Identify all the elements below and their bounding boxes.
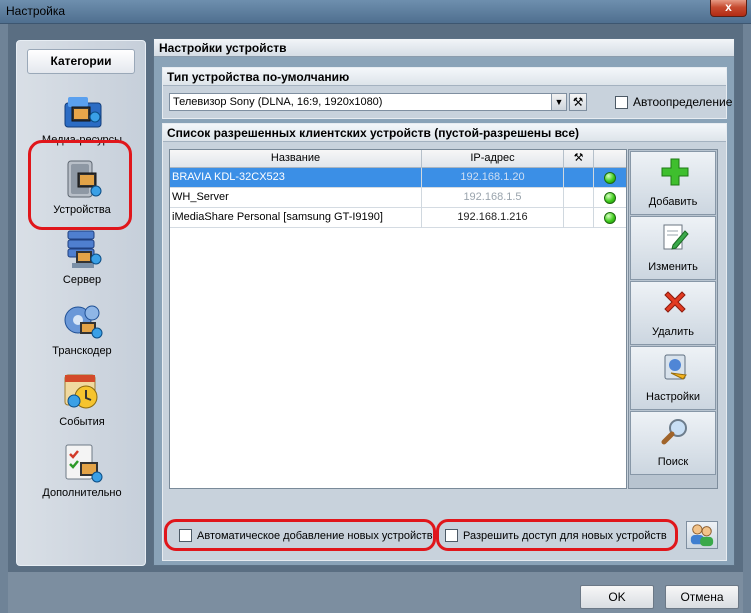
panel-title: Настройки устройств [154, 39, 734, 57]
devices-icon [67, 160, 102, 198]
device-tool-cell [564, 208, 594, 228]
users-button[interactable] [686, 521, 718, 549]
device-settings-label: Настройки [646, 391, 700, 403]
users-icon [690, 524, 714, 547]
status-online-icon [604, 212, 616, 224]
auto-detect-checkbox[interactable] [615, 95, 628, 109]
edit-device-button[interactable]: Изменить [630, 216, 716, 280]
settings-icon [664, 354, 687, 380]
column-status[interactable] [594, 150, 628, 168]
sidebar-item-events[interactable]: События [25, 371, 139, 441]
column-ip[interactable]: IP-адрес [422, 150, 564, 168]
edit-icon [663, 224, 689, 250]
sidebar-label-advanced: Дополнительно [42, 487, 122, 499]
transcoder-icon [64, 305, 103, 339]
tools-icon: ⚒ [573, 152, 584, 164]
search-devices-label: Поиск [657, 456, 689, 468]
column-name[interactable]: Название [170, 150, 422, 168]
chevron-down-icon[interactable]: ▼ [551, 94, 566, 110]
device-ip: 192.168.1.216 [422, 208, 564, 228]
category-header: Категории [27, 49, 135, 74]
table-row[interactable]: WH_Server 192.168.1.5 [170, 188, 626, 208]
sidebar-item-advanced[interactable]: Дополнительно [25, 442, 139, 512]
delete-x-icon [664, 291, 686, 313]
device-name: iMediaShare Personal [samsung GT-I9190] [170, 208, 422, 228]
edit-device-label: Изменить [648, 261, 698, 273]
device-actions-toolbar: Добавить Изменить Удалить Настройки Поис… [628, 149, 718, 489]
auto-add-label: Автоматическое добавление новых устройст… [197, 529, 433, 542]
category-sidebar: Категории Медиа-ресурсы Устройства Серве… [16, 40, 146, 566]
window-frame-right [743, 24, 751, 613]
add-device-button[interactable]: Добавить [630, 151, 716, 215]
add-device-label: Добавить [648, 196, 698, 208]
title-bar: Настройка x [0, 0, 751, 24]
device-tool-cell [564, 188, 594, 208]
device-type-select[interactable]: Телевизор Sony (DLNA, 16:9, 1920x1080) ▼ [169, 93, 567, 111]
device-status-cell [594, 188, 628, 208]
auto-add-checkbox[interactable] [179, 529, 192, 542]
device-name: WH_Server [170, 188, 422, 208]
default-device-type-group: Тип устройства по-умолчанию Телевизор So… [162, 67, 732, 119]
device-tool-cell [564, 168, 594, 188]
sidebar-item-server[interactable]: Сервер [25, 229, 139, 299]
delete-device-label: Удалить [652, 326, 694, 338]
advanced-icon [65, 444, 103, 483]
window-frame-left [0, 24, 8, 613]
column-tools[interactable]: ⚒ [564, 150, 594, 168]
plus-icon [661, 158, 689, 186]
device-ip: 192.168.1.20 [422, 168, 564, 188]
events-icon [64, 374, 98, 409]
status-online-icon [604, 172, 616, 184]
sidebar-label-server: Сервер [62, 274, 102, 286]
table-row[interactable]: BRAVIA KDL-32CX523 192.168.1.20 [170, 168, 626, 188]
sidebar-item-transcoder[interactable]: Транскодер [25, 300, 139, 370]
allow-new-label: Разрешить доступ для новых устройств [463, 529, 667, 542]
server-icon [67, 230, 102, 268]
table-row[interactable]: iMediaShare Personal [samsung GT-I9190] … [170, 208, 626, 228]
device-ip: 192.168.1.5 [422, 188, 564, 208]
tools-icon: ⚒ [572, 95, 584, 109]
sidebar-label-devices: Устройства [53, 204, 111, 216]
auto-add-option[interactable]: Автоматическое добавление новых устройст… [179, 529, 433, 542]
device-type-tools-button[interactable]: ⚒ [569, 93, 587, 111]
device-status-cell [594, 168, 628, 188]
delete-device-button[interactable]: Удалить [630, 281, 716, 345]
search-devices-button[interactable]: Поиск [630, 411, 716, 475]
auto-detect-option[interactable]: Автоопределение [615, 95, 732, 109]
sidebar-label-events: События [59, 416, 105, 428]
devices-table: Название IP-адрес ⚒ BRAVIA KDL-32CX523 1… [169, 149, 627, 489]
search-icon [661, 419, 687, 445]
device-settings-panel: Настройки устройств Тип устройства по-ум… [153, 38, 735, 566]
sidebar-label-media-resources: Медиа-ресурсы [41, 134, 123, 146]
auto-detect-label: Автоопределение [633, 95, 733, 109]
sidebar-item-media-resources[interactable]: Медиа-ресурсы [25, 89, 139, 159]
media-resources-icon [64, 97, 102, 128]
device-settings-button[interactable]: Настройки [630, 346, 716, 410]
allow-new-option[interactable]: Разрешить доступ для новых устройств [445, 529, 667, 542]
allowed-devices-title: Список разрешенных клиентских устройств … [163, 124, 726, 142]
status-online-icon [604, 192, 616, 204]
device-status-cell [594, 208, 628, 228]
window-title: Настройка [6, 4, 66, 18]
devices-table-header: Название IP-адрес ⚒ [170, 150, 626, 168]
allow-new-checkbox[interactable] [445, 529, 458, 542]
default-device-type-title: Тип устройства по-умолчанию [163, 68, 726, 86]
sidebar-label-transcoder: Транскодер [52, 345, 112, 357]
sidebar-item-devices[interactable]: Устройства [25, 159, 139, 229]
close-button[interactable]: x [710, 0, 747, 17]
cancel-button[interactable]: Отмена [665, 585, 739, 609]
device-type-value: Телевизор Sony (DLNA, 16:9, 1920x1080) [173, 96, 383, 108]
device-name: BRAVIA KDL-32CX523 [170, 168, 422, 188]
allowed-devices-group: Список разрешенных клиентских устройств … [162, 123, 727, 561]
ok-button[interactable]: OK [580, 585, 654, 609]
